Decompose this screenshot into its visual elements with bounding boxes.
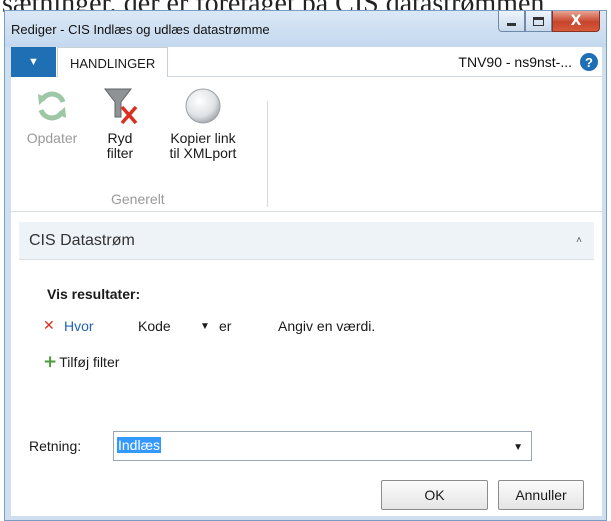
filter-where-label: Hvor <box>64 318 94 334</box>
app-menu-button[interactable]: ▼ <box>11 47 56 77</box>
close-icon: X <box>570 13 582 29</box>
ribbon-tab-bar: ▼ HANDLINGER TNV90 - ns9nst-... ? <box>11 47 602 78</box>
copy-link-icon <box>182 85 224 127</box>
refresh-icon <box>31 85 73 127</box>
fasttab-header[interactable]: CIS Datastrøm ˄ <box>19 222 594 260</box>
clear-filter-icon <box>99 85 141 127</box>
chevron-down-icon[interactable]: ▼ <box>200 321 210 332</box>
copy-link-button[interactable]: Kopier link til XMLport <box>155 85 251 161</box>
tab-handlinger[interactable]: HANDLINGER <box>57 47 169 78</box>
filter-heading: Vis resultater: <box>47 286 141 302</box>
fasttab-title: CIS Datastrøm <box>29 232 135 249</box>
add-filter-link[interactable]: + Tilføj filter <box>43 352 119 372</box>
add-filter-label: Tilføj filter <box>59 354 120 370</box>
remove-filter-icon[interactable]: ✕ <box>43 318 55 334</box>
filter-field[interactable]: Kode <box>138 318 171 334</box>
clear-filter-label-2: filter <box>106 145 134 161</box>
dialog-window: Rediger - CIS Indlæs og udlæs datastrømm… <box>4 10 607 521</box>
content-area: CIS Datastrøm ˄ Vis resultater: ✕ Hvor K… <box>11 212 602 516</box>
ribbon-group-separator <box>267 101 268 207</box>
direction-label: Retning: <box>29 438 82 454</box>
maximize-icon <box>533 16 544 26</box>
cancel-button[interactable]: Annuller <box>498 480 584 510</box>
ok-button[interactable]: OK <box>381 480 488 510</box>
clear-filter-button[interactable]: Ryd filter <box>95 85 145 161</box>
maximize-button[interactable] <box>525 11 552 32</box>
minimize-button[interactable] <box>498 11 525 32</box>
close-button[interactable]: X <box>552 11 600 32</box>
ribbon-panel: Opdater Ryd filter Kopier link til XMLpo… <box>11 77 602 212</box>
window-title: Rediger - CIS Indlæs og udlæs datastrømm… <box>11 22 270 37</box>
chevron-down-icon: ▼ <box>513 442 523 453</box>
help-icon[interactable]: ? <box>580 53 598 71</box>
copy-link-label-1: Kopier link <box>170 130 236 146</box>
copy-link-label-2: til XMLport <box>169 145 237 161</box>
ribbon-group-label: Generelt <box>111 191 165 207</box>
chevron-up-icon[interactable]: ˄ <box>576 235 582 246</box>
filter-value-input[interactable]: Angiv en værdi. <box>278 318 375 334</box>
clear-filter-label-1: Ryd <box>107 130 133 146</box>
company-context: TNV90 - ns9nst-... <box>458 54 572 70</box>
minimize-icon <box>507 23 516 26</box>
filter-operator: er <box>219 318 232 334</box>
direction-select[interactable]: Indlæs ▼ <box>113 431 532 461</box>
plus-icon: + <box>43 352 58 372</box>
dropdown-arrow-icon: ▼ <box>28 56 39 68</box>
refresh-label: Opdater <box>26 130 78 146</box>
direction-value: Indlæs <box>117 437 162 453</box>
filter-row: ✕ Hvor Kode ▼ er Angiv en værdi. <box>43 318 543 338</box>
title-bar[interactable]: Rediger - CIS Indlæs og udlæs datastrømm… <box>5 11 606 47</box>
refresh-button[interactable]: Opdater <box>19 85 85 146</box>
window-controls: X <box>498 11 600 33</box>
